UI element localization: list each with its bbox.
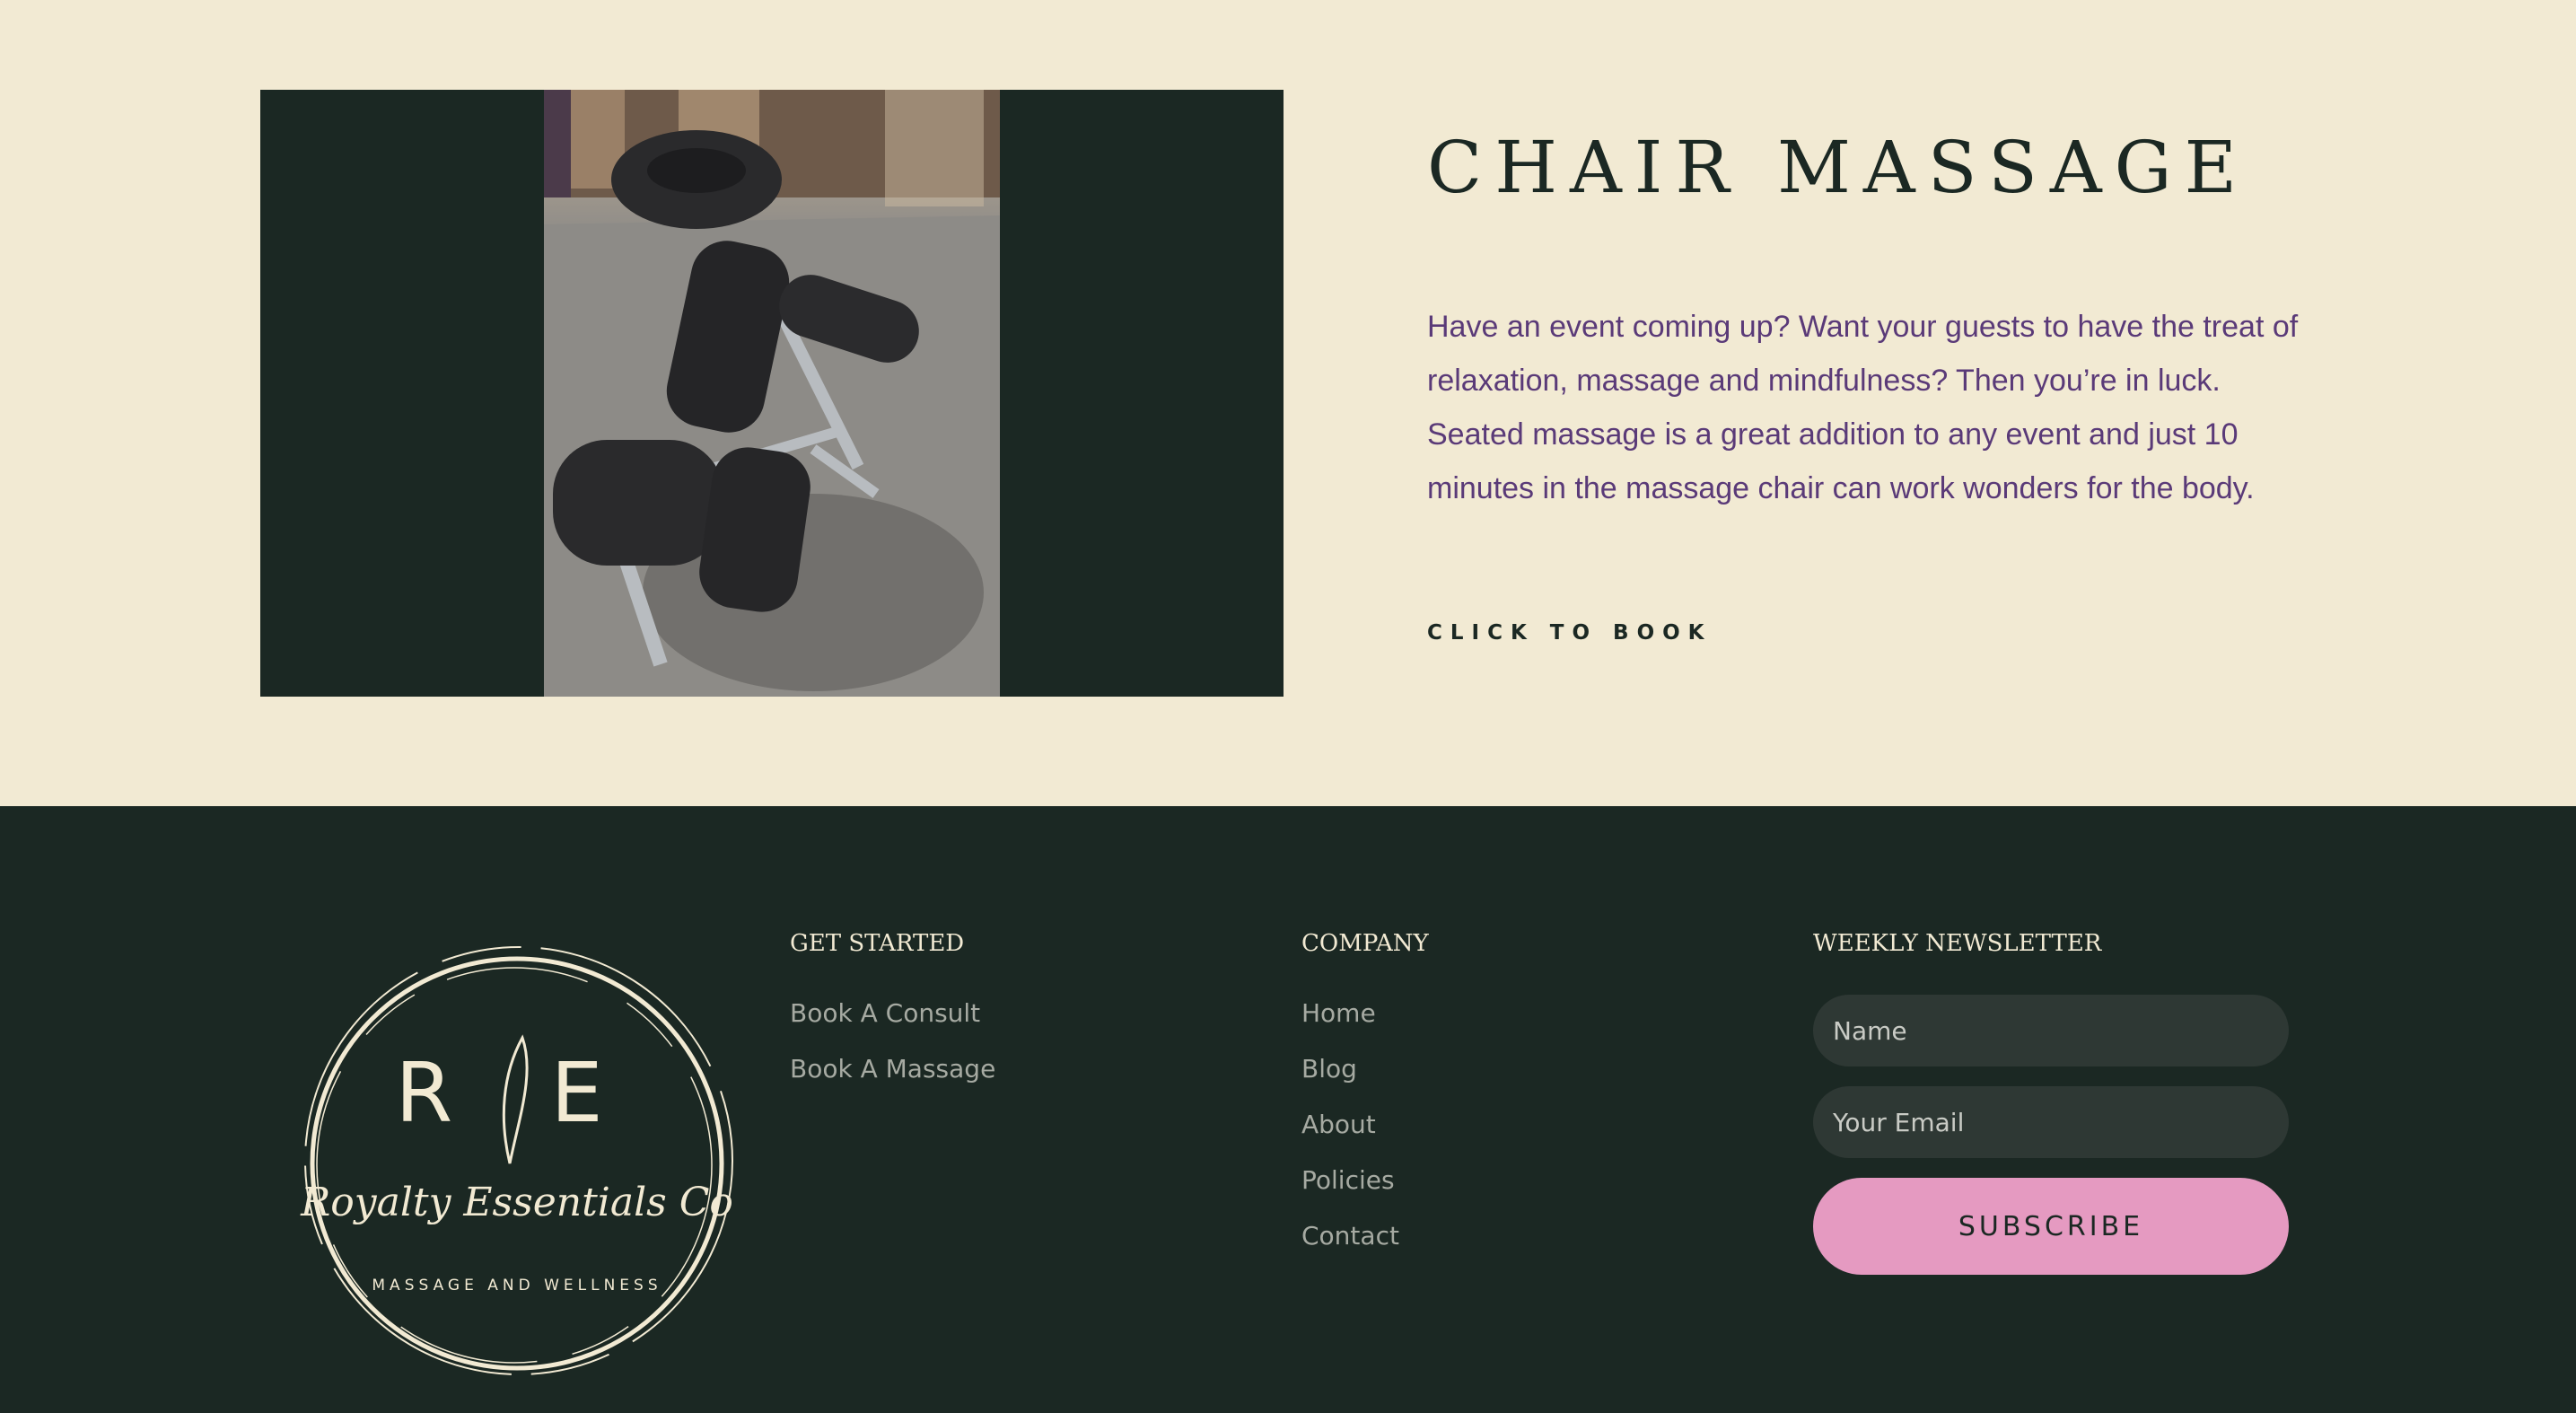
company-links: Home Blog About Policies Contact bbox=[1301, 998, 1399, 1277]
list-item: Blog bbox=[1301, 1054, 1399, 1110]
newsletter-heading: WEEKLY NEWSLETTER bbox=[1813, 930, 2102, 957]
newsletter-email-input[interactable] bbox=[1813, 1086, 2289, 1158]
company-heading: COMPANY bbox=[1301, 930, 1429, 957]
massage-chair-illustration bbox=[544, 90, 1000, 697]
contact-link[interactable]: Contact bbox=[1301, 1221, 1399, 1251]
service-description: Have an event coming up? Want your guest… bbox=[1427, 310, 2299, 505]
blog-link[interactable]: Blog bbox=[1301, 1054, 1357, 1084]
policies-link[interactable]: Policies bbox=[1301, 1165, 1395, 1195]
list-item: Policies bbox=[1301, 1165, 1399, 1221]
newsletter-name-input[interactable] bbox=[1813, 995, 2289, 1066]
list-item: Home bbox=[1301, 998, 1399, 1054]
logo-letters: R E bbox=[395, 1045, 639, 1141]
list-item: Book A Consult bbox=[790, 998, 995, 1054]
service-section: CHAIR MASSAGE Have an event coming up? W… bbox=[0, 0, 2576, 806]
list-item: Contact bbox=[1301, 1221, 1399, 1277]
click-to-book-link[interactable]: CLICK TO BOOK bbox=[1427, 621, 1713, 645]
about-link[interactable]: About bbox=[1301, 1110, 1376, 1139]
subscribe-button[interactable]: SUBSCRIBE bbox=[1813, 1178, 2289, 1275]
list-item: Book A Massage bbox=[790, 1054, 995, 1110]
massage-chair-photo bbox=[544, 90, 1000, 697]
brand-logo[interactable]: R E Royalty Essentials Co MASSAGE AND WE… bbox=[287, 939, 747, 1384]
book-a-massage-link[interactable]: Book A Massage bbox=[790, 1054, 995, 1084]
get-started-heading: GET STARTED bbox=[790, 930, 965, 957]
site-footer: R E Royalty Essentials Co MASSAGE AND WE… bbox=[0, 806, 2576, 1413]
book-a-consult-link[interactable]: Book A Consult bbox=[790, 998, 980, 1028]
home-link[interactable]: Home bbox=[1301, 998, 1376, 1028]
logo-ring-icon bbox=[304, 946, 733, 1375]
logo-tagline: MASSAGE AND WELLNESS bbox=[372, 1277, 662, 1295]
logo-brand-name: Royalty Essentials Co bbox=[301, 1180, 733, 1225]
page-title: CHAIR MASSAGE bbox=[1427, 126, 2249, 209]
massage-chair-photo-frame bbox=[260, 90, 1284, 697]
list-item: About bbox=[1301, 1110, 1399, 1165]
get-started-links: Book A Consult Book A Massage bbox=[790, 998, 995, 1110]
